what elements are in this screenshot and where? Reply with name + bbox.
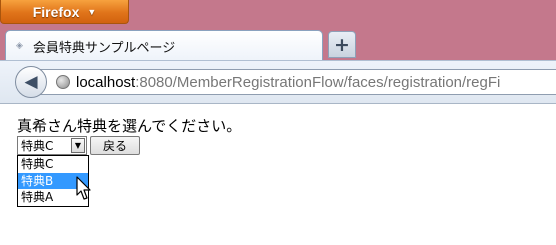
back-arrow-icon: ◀ <box>24 72 38 92</box>
tab-active[interactable]: ◈ 会員特典サンプルページ <box>5 30 323 61</box>
url-path: :8080/MemberRegistrationFlow/faces/regis… <box>135 73 501 91</box>
url-text: localhost:8080/MemberRegistrationFlow/fa… <box>76 74 500 91</box>
mouse-cursor-icon <box>76 176 91 200</box>
url-bar[interactable]: localhost:8080/MemberRegistrationFlow/fa… <box>40 69 556 95</box>
new-tab-button[interactable]: + <box>328 31 356 58</box>
url-host: localhost <box>76 73 136 91</box>
dropdown-option[interactable]: 特典C <box>18 156 88 173</box>
plus-icon: + <box>334 33 350 56</box>
select-value: 特典C <box>21 139 54 153</box>
firefox-menu-label: Firefox <box>32 3 80 20</box>
back-button[interactable]: ◀ <box>15 66 47 98</box>
firefox-menu-button[interactable]: Firefox ▼ <box>0 0 129 24</box>
page-favicon-icon: ◈ <box>16 41 23 51</box>
chevron-down-icon[interactable]: ▼ <box>71 138 85 153</box>
globe-icon <box>56 75 70 89</box>
page-heading: 真希さん特典を選んでください。 <box>17 117 242 135</box>
chevron-down-icon: ▼ <box>87 6 97 17</box>
benefit-select[interactable]: 特典C ▼ <box>17 136 87 155</box>
tab-title: 会員特典サンプルページ <box>32 40 176 56</box>
page-content: 真希さん特典を選んでください。 特典C ▼ 戻る 特典C 特典B 特典A <box>0 104 556 245</box>
back-page-button[interactable]: 戻る <box>90 136 140 155</box>
